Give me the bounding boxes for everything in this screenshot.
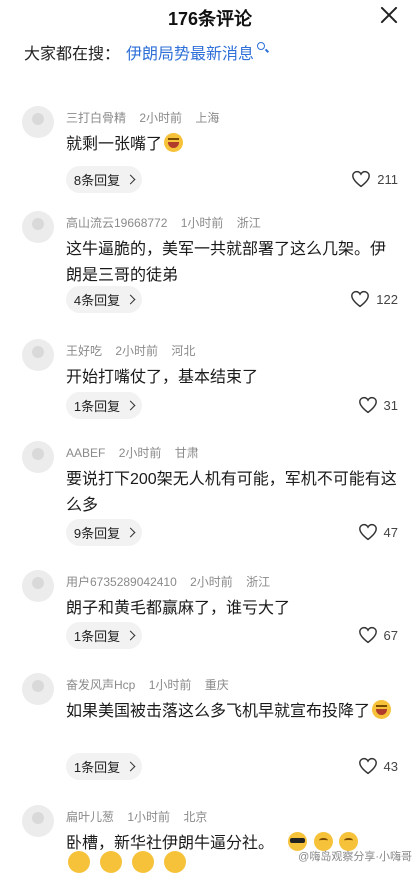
comment-location: 浙江 xyxy=(236,216,261,230)
emoji-icon xyxy=(164,851,186,873)
comment-username[interactable]: 三打白骨精 xyxy=(66,111,126,125)
comment-location: 浙江 xyxy=(246,575,271,589)
avatar[interactable] xyxy=(22,106,54,138)
comment-time: 2小时前 xyxy=(115,344,159,358)
comment-username[interactable]: AABEF xyxy=(66,446,105,460)
comment-username[interactable]: 奋发风声Hcp xyxy=(66,678,135,692)
heart-icon xyxy=(358,396,377,414)
comment-text: 就剩一张嘴了 xyxy=(66,136,163,153)
emoji-icon xyxy=(100,851,122,873)
chevron-right-icon xyxy=(125,761,136,772)
view-replies-button[interactable]: 1条回复 xyxy=(66,392,142,419)
comment-location: 重庆 xyxy=(204,678,229,692)
comment-text: 要说打下200架无人机有可能，军机不可能有这么多 xyxy=(66,471,397,514)
like-count: 122 xyxy=(376,291,398,307)
view-replies-button[interactable]: 8条回复 xyxy=(66,166,142,193)
avatar[interactable] xyxy=(22,211,54,243)
like-button[interactable]: 43 xyxy=(358,757,398,775)
comment-text-block: 就剩一张嘴了 xyxy=(66,132,401,158)
comment-meta: 扁叶儿葱 1小时前 北京 xyxy=(66,808,217,825)
chevron-right-icon xyxy=(125,630,136,641)
like-count: 31 xyxy=(383,397,398,413)
avatar[interactable] xyxy=(22,339,54,371)
reply-count: 1条回复 xyxy=(73,629,121,644)
reply-count: 4条回复 xyxy=(73,293,121,308)
like-button[interactable]: 31 xyxy=(358,396,398,414)
comment-time: 2小时前 xyxy=(118,446,162,460)
search-prefix: 大家都在搜： xyxy=(24,46,121,63)
comment-meta: 用户6735289042410 2小时前 浙江 xyxy=(66,573,280,590)
like-count: 47 xyxy=(383,524,398,540)
comment-text: 这牛逼脆的，美军一共就部署了这么几架。伊朗是三哥的徒弟 xyxy=(66,241,387,284)
view-replies-button[interactable]: 4条回复 xyxy=(66,286,142,313)
comment-username[interactable]: 扁叶儿葱 xyxy=(66,810,114,824)
trending-search-row: 大家都在搜： 伊朗局势最新消息 xyxy=(24,40,266,64)
comment-location: 北京 xyxy=(183,810,208,824)
reply-count: 1条回复 xyxy=(73,399,121,414)
heart-icon xyxy=(351,290,370,308)
comment-text-block: 如果美国被击落这么多飞机早就宣布投降了 xyxy=(66,699,401,725)
chevron-right-icon xyxy=(125,294,136,305)
like-count: 43 xyxy=(383,758,398,774)
emoji-icon xyxy=(132,851,154,873)
like-button[interactable]: 47 xyxy=(358,523,398,541)
comments-title: 176条评论 xyxy=(167,9,253,29)
comment-text: 如果美国被击落这么多飞机早就宣布投降了 xyxy=(66,703,371,720)
like-count: 211 xyxy=(377,171,398,187)
comment-time: 1小时前 xyxy=(148,678,192,692)
reply-count: 1条回复 xyxy=(73,760,121,775)
comment-text: 开始打嘴仗了，基本结束了 xyxy=(66,369,259,386)
avatar[interactable] xyxy=(22,441,54,473)
comment-location: 上海 xyxy=(195,111,220,125)
comment-location: 甘肃 xyxy=(174,446,199,460)
laugh-icon xyxy=(372,700,392,719)
emoji-row xyxy=(66,851,186,873)
comments-header: 176条评论 xyxy=(0,0,420,32)
watermark: @嗨岛观察分享·小嗨哥 xyxy=(298,851,412,863)
comment-meta: 高山流云19668772 1小时前 浙江 xyxy=(66,214,271,231)
like-button[interactable]: 122 xyxy=(350,290,398,308)
comment-meta: AABEF 2小时前 甘肃 xyxy=(66,444,209,461)
reply-count: 8条回复 xyxy=(73,173,121,188)
comment-meta: 三打白骨精 2小时前 上海 xyxy=(66,109,229,126)
chevron-right-icon xyxy=(125,527,136,538)
view-replies-button[interactable]: 1条回复 xyxy=(66,753,142,780)
search-icon[interactable] xyxy=(257,42,266,50)
comment-location: 河北 xyxy=(171,344,196,358)
comment-text: 卧槽，新华社伊朗牛逼分社。 xyxy=(66,835,275,852)
comment-time: 1小时前 xyxy=(180,216,224,230)
comment-username[interactable]: 高山流云19668772 xyxy=(66,216,167,230)
avatar[interactable] xyxy=(22,570,54,602)
comment-username[interactable]: 用户6735289042410 xyxy=(66,575,177,589)
view-replies-button[interactable]: 1条回复 xyxy=(66,622,142,649)
comment-username[interactable]: 王好吃 xyxy=(66,344,102,358)
comment-time: 2小时前 xyxy=(139,111,183,125)
comment-meta: 奋发风声Hcp 1小时前 重庆 xyxy=(66,676,239,693)
search-suggestion-link[interactable]: 伊朗局势最新消息 xyxy=(126,40,254,64)
comment-time: 2小时前 xyxy=(190,575,233,589)
like-button[interactable]: 67 xyxy=(358,626,398,644)
comment-meta: 王好吃 2小时前 河北 xyxy=(66,342,205,359)
heart-icon xyxy=(358,523,377,541)
comment-text: 朗子和黄毛都赢麻了，谁亏大了 xyxy=(66,600,291,617)
comment-time: 1小时前 xyxy=(127,810,171,824)
emoji-icon xyxy=(68,851,90,873)
close-icon[interactable] xyxy=(378,4,400,26)
like-count: 67 xyxy=(383,627,398,643)
avatar[interactable] xyxy=(22,673,54,705)
laugh-icon xyxy=(164,133,184,152)
chevron-right-icon xyxy=(125,400,136,411)
heart-icon xyxy=(358,757,377,775)
chevron-right-icon xyxy=(125,174,136,185)
like-button[interactable]: 211 xyxy=(351,170,398,188)
heart-icon xyxy=(358,626,377,644)
view-replies-button[interactable]: 9条回复 xyxy=(66,519,142,546)
reply-count: 9条回复 xyxy=(73,526,121,541)
heart-icon xyxy=(352,170,371,188)
avatar[interactable] xyxy=(22,805,54,837)
